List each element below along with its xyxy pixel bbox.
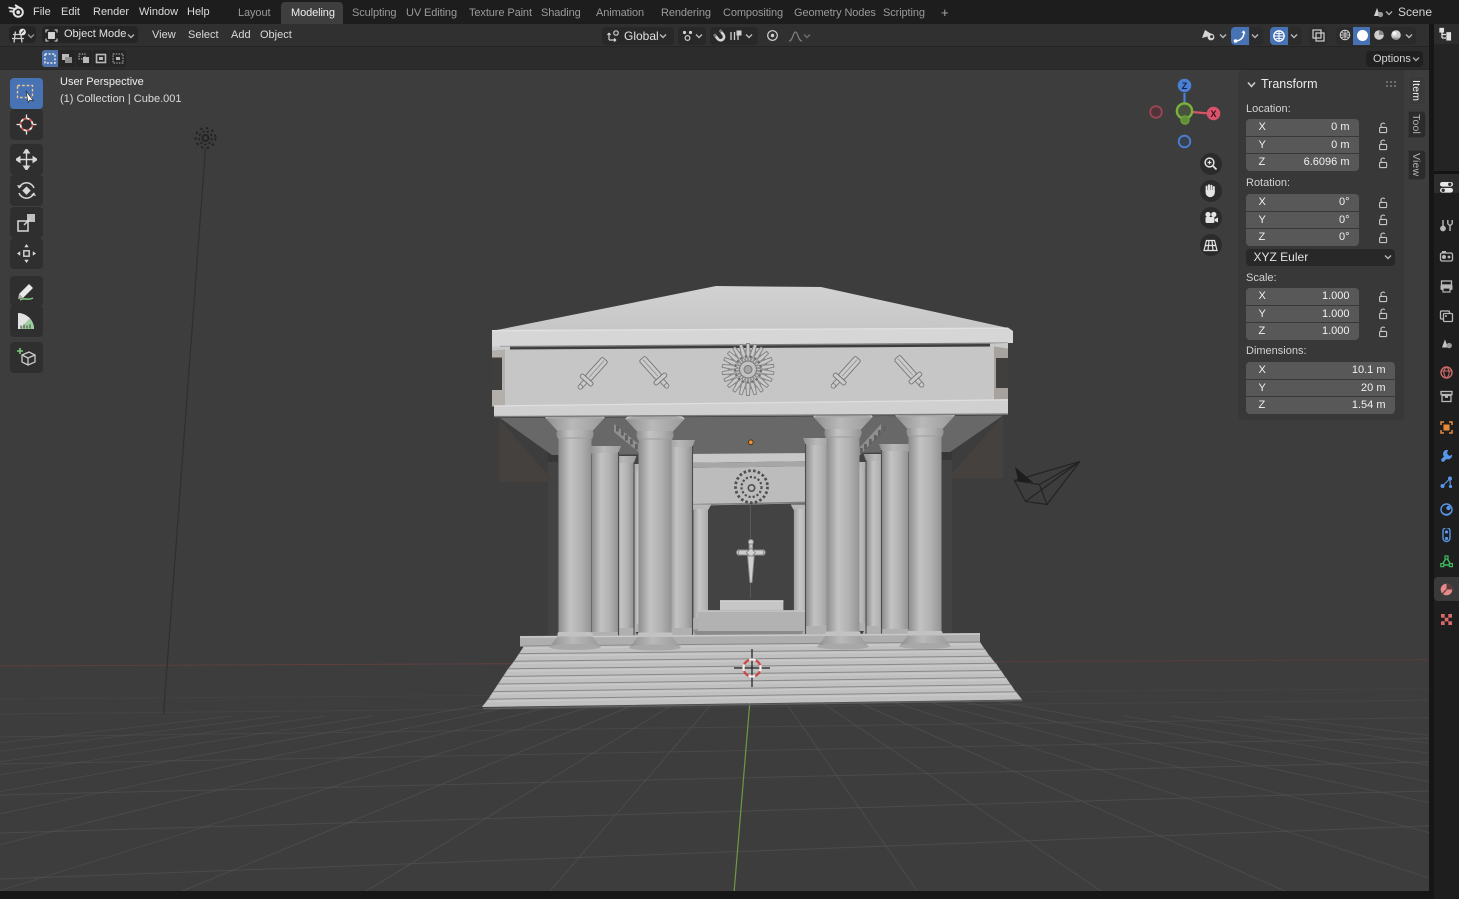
svg-text:Z: Z [1182,81,1188,91]
svg-text:X: X [1210,109,1216,119]
